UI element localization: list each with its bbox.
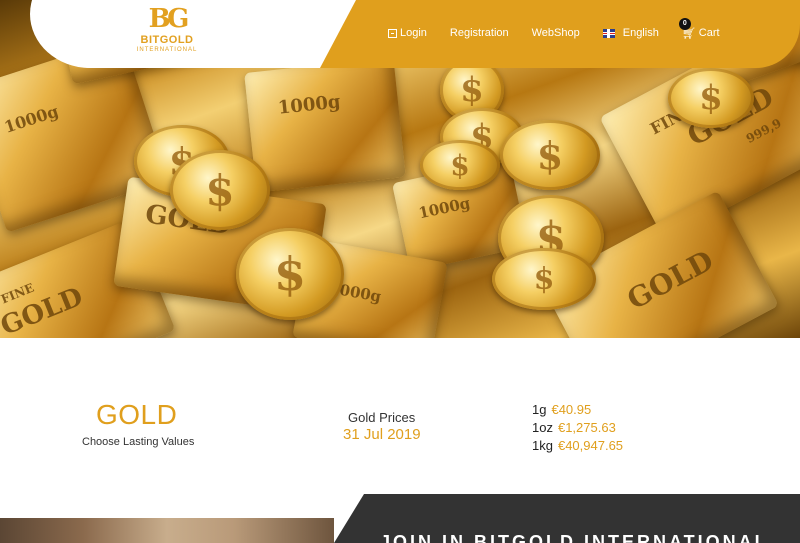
nav-registration[interactable]: Registration [450, 27, 509, 39]
cart-count-badge: 0 [678, 17, 691, 30]
nav-login-label: Login [400, 27, 427, 39]
gold-coin: $ [420, 140, 500, 190]
uk-flag-icon [602, 28, 615, 38]
price-unit: 1kg [532, 438, 553, 453]
price-unit: 1oz [532, 420, 553, 435]
nav-cart-label: Cart [698, 27, 720, 39]
price-row: 1oz €1,275.63 [532, 419, 623, 437]
logo-name: BITGOLD [140, 34, 194, 46]
gold-coin: $ [668, 68, 754, 128]
bar-stamp: 1000g [1, 101, 61, 137]
nav-webshop[interactable]: WebShop [532, 27, 580, 39]
gold-coin: $ [236, 228, 344, 320]
nav-registration-label: Registration [449, 27, 509, 39]
price-row: 1g €40.95 [532, 401, 623, 419]
logo-background [44, 0, 374, 68]
gold-bar: 1000g [244, 57, 406, 193]
section-subtitle: Choose Lasting Values [82, 436, 195, 448]
bar-stamp: 1000g [416, 193, 472, 223]
price-value: €40.95 [551, 402, 592, 417]
gold-coin: $ [500, 120, 600, 190]
price-unit: 1g [532, 402, 547, 417]
nav-webshop-label: WebShop [531, 27, 580, 39]
price-value: €40,947.65 [557, 438, 624, 453]
gold-prices-label: Gold Prices [348, 410, 416, 425]
gold-coin: $ [492, 248, 596, 310]
gold-coin: $ [170, 150, 270, 230]
nav-login[interactable]: Login [388, 27, 427, 39]
main-nav: Login Registration WebShop English 0 🛒︎ … [388, 17, 720, 40]
page: 1000g FINE GOLD 1000g GOLD 1000g 1000g F… [0, 0, 800, 543]
gold-prices-date: 31 Jul 2019 [343, 426, 421, 443]
price-value: €1,275.63 [557, 420, 616, 435]
bottom-image [0, 518, 334, 543]
nav-language-label: English [622, 27, 659, 39]
price-list: 1g €40.95 1oz €1,275.63 1kg €40,947.65 [532, 401, 623, 455]
site-logo[interactable]: BG BITGOLD INTERNATIONAL [132, 4, 202, 54]
bar-stamp: GOLD [621, 243, 719, 317]
logo-subtitle: INTERNATIONAL [136, 47, 198, 53]
bar-stamp: 1000g [276, 91, 342, 119]
price-row: 1kg €40,947.65 [532, 437, 623, 455]
section-title: GOLD [96, 399, 178, 430]
nav-language[interactable]: English [602, 27, 659, 39]
logo-mark: BG [148, 4, 190, 34]
login-icon [388, 28, 397, 38]
nav-cart[interactable]: 0 🛒︎ Cart [678, 17, 720, 40]
join-heading: JOIN IN BITGOLD INTERNATIONAL [380, 532, 769, 543]
